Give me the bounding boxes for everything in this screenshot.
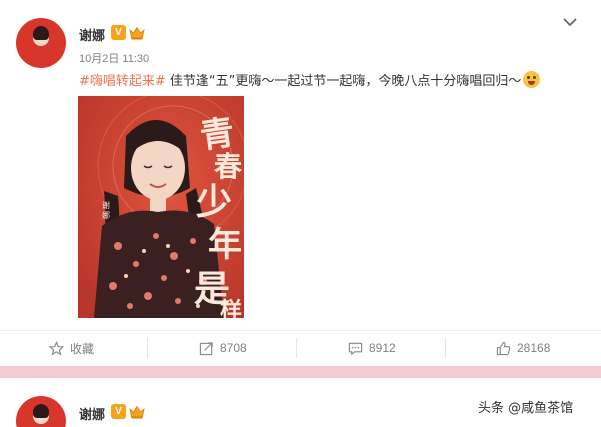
post-time[interactable]: 10月2日 11:30 (79, 50, 149, 66)
poster-side-label: 谢 (102, 200, 110, 210)
divider (0, 330, 601, 331)
verified-badge: V (111, 404, 126, 419)
author-name[interactable]: 谢娜 (79, 25, 105, 44)
svg-text:娜: 娜 (102, 210, 110, 220)
avatar[interactable] (16, 18, 66, 68)
comment-count: 8912 (369, 341, 396, 355)
weibo-post-card: 谢娜 V 10月2日 11:30 #嗨唱转起来# 佳节逢“五”更嗨～一起过节一起… (0, 0, 601, 366)
favorite-label: 收藏 (70, 341, 95, 356)
author-name[interactable]: 谢娜 (79, 404, 105, 423)
emoji-icon (523, 71, 541, 88)
forward-count: 8708 (220, 341, 247, 355)
action-divider (445, 338, 446, 358)
like-button[interactable]: 28168 (496, 339, 550, 357)
avatar[interactable] (16, 396, 66, 427)
poster-char-4: 年 (208, 225, 242, 265)
like-count: 28168 (517, 341, 551, 355)
poster-graphic: 青 春 少 年 是 样 谢 娜 (78, 96, 244, 318)
action-divider (147, 338, 148, 358)
star-icon (49, 340, 64, 355)
comment-icon (348, 342, 363, 355)
forward-button[interactable]: 8708 (199, 339, 247, 357)
post-image[interactable]: 青 春 少 年 是 样 谢 娜 (78, 96, 244, 318)
poster-char-6: 样 (220, 298, 242, 318)
comment-button[interactable]: 8912 (348, 339, 396, 357)
crown-icon (129, 405, 145, 419)
forward-icon (199, 341, 213, 355)
poster-char-2: 春 (214, 150, 242, 183)
hashtag-link[interactable]: #嗨唱转起来# (79, 74, 166, 89)
favorite-button[interactable]: 收藏 (49, 339, 94, 357)
post-body: 佳节逢“五”更嗨～一起过节一起嗨，今晚八点十分嗨唱回归～ (165, 74, 522, 89)
chevron-down-icon[interactable] (562, 16, 578, 28)
thumbs-up-icon (496, 341, 511, 355)
post-text: #嗨唱转起来# 佳节逢“五”更嗨～一起过节一起嗨，今晚八点十分嗨唱回归～ (79, 70, 541, 89)
action-divider (296, 338, 297, 358)
watermark: 头条 @咸鱼茶馆 (478, 401, 574, 416)
verified-badge: V (111, 25, 126, 40)
crown-icon (129, 26, 145, 40)
poster-char-3: 少 (196, 181, 232, 223)
